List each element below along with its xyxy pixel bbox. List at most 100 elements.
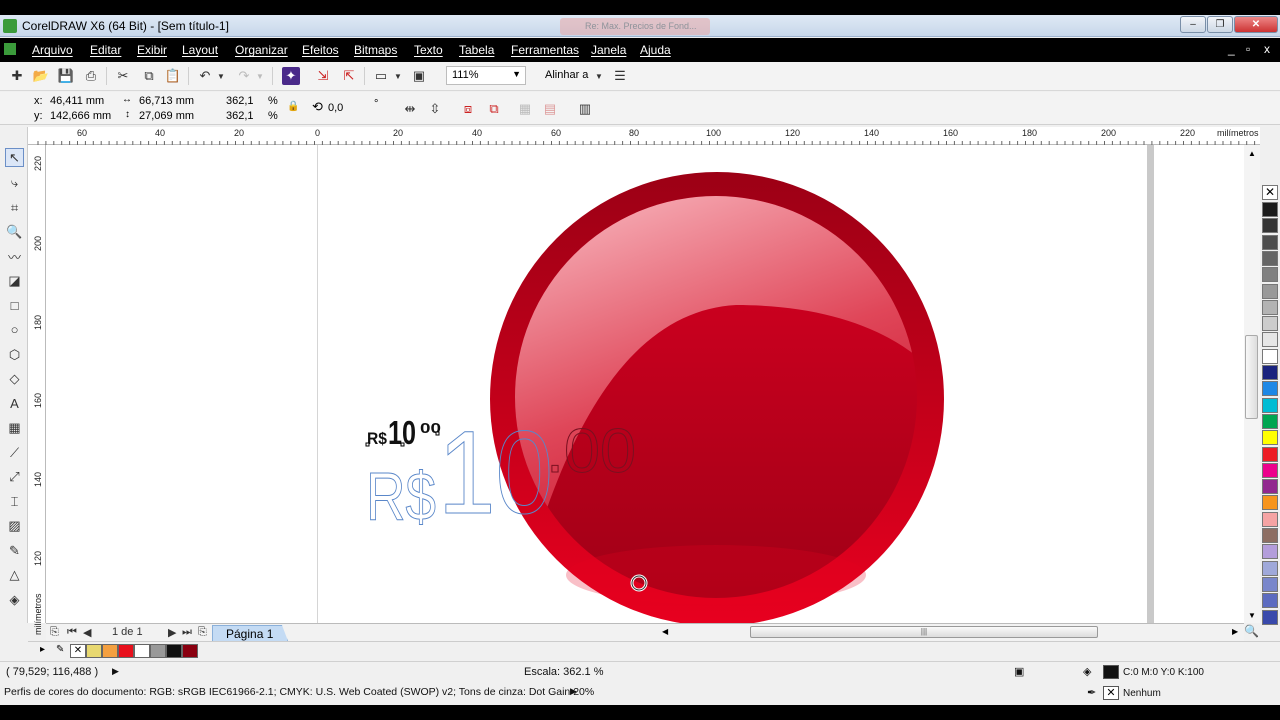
prev-page-icon[interactable]: ◀ [83, 626, 91, 639]
palette-swatch[interactable] [1262, 250, 1278, 266]
doc-palette-swatch[interactable] [166, 644, 182, 658]
mirror-horizontal-icon[interactable]: ⇹ [401, 100, 419, 118]
horizontal-scrollbar[interactable]: ◀ ||| ▶ [660, 623, 1244, 641]
palette-swatch[interactable] [1262, 283, 1278, 299]
scale-y-field[interactable]: 362,1 [226, 110, 254, 122]
ellipse-tool-icon[interactable]: ○ [5, 320, 24, 339]
restore-button[interactable]: ❐ [1207, 16, 1233, 33]
scroll-left-icon[interactable]: ◀ [662, 627, 668, 636]
doc-palette-swatch[interactable] [102, 644, 118, 658]
doc-no-color-swatch[interactable]: ✕ [70, 644, 86, 658]
doc-close-button[interactable]: x [1264, 42, 1270, 56]
print-icon[interactable]: ⎙ [82, 67, 100, 85]
scroll-right-icon[interactable]: ▶ [1232, 627, 1238, 636]
doc-restore-button[interactable]: ▫ [1246, 42, 1250, 56]
menu-exibir[interactable]: Exibir [137, 43, 167, 57]
outline-price-main[interactable]: 10 [438, 407, 554, 540]
background-window-tab[interactable]: Re: Max. Precios de Fond... [560, 18, 710, 35]
paste-icon[interactable]: 📋 [164, 67, 182, 85]
scale-x-field[interactable]: 362,1 [226, 95, 254, 107]
options-icon[interactable]: ☰ [611, 67, 629, 85]
document-icon[interactable] [4, 43, 16, 55]
palette-swatch[interactable] [1262, 332, 1278, 348]
menu-editar[interactable]: Editar [90, 43, 121, 57]
palette-swatch[interactable] [1262, 234, 1278, 250]
color-manage-icon[interactable]: ▣ [1014, 665, 1024, 678]
eyedropper-tool-icon[interactable]: ✎ [5, 541, 24, 560]
text-tool-icon[interactable]: A [5, 394, 24, 413]
palette-swatch[interactable] [1262, 560, 1278, 576]
combine-icon[interactable]: ▦ [516, 100, 534, 118]
crop-tool-icon[interactable]: ⌗ [5, 198, 24, 217]
eyedropper-icon[interactable]: ✎ [56, 644, 64, 655]
palette-swatch[interactable] [1262, 430, 1278, 446]
menu-bitmaps[interactable]: Bitmaps [354, 43, 397, 57]
cut-icon[interactable]: ✂ [114, 67, 132, 85]
menu-ferramentas[interactable]: Ferramentas [511, 43, 579, 57]
transparency-tool-icon[interactable]: ▨ [5, 516, 24, 535]
palette-swatch[interactable] [1262, 511, 1278, 527]
first-page-icon[interactable]: ⏮ [67, 626, 77, 639]
redo-dropdown-icon[interactable]: ▼ [255, 67, 265, 85]
mirror-vertical-icon[interactable]: ⇳ [426, 100, 444, 118]
outline-price-cents[interactable]: .00 [546, 417, 637, 487]
doc-palette-swatch[interactable] [182, 644, 198, 658]
color-profiles-menu-icon[interactable]: ▶ [570, 686, 577, 697]
doc-palette-swatch[interactable] [86, 644, 102, 658]
search-content-icon[interactable]: ✦ [282, 67, 300, 85]
scroll-down-icon[interactable]: ▼ [1248, 611, 1256, 620]
basic-shapes-tool-icon[interactable]: ◇ [5, 369, 24, 388]
connector-tool-icon[interactable]: ⤢ [5, 467, 24, 486]
polygon-tool-icon[interactable]: ⬡ [5, 345, 24, 364]
order-icon[interactable]: ▥ [576, 100, 594, 118]
vertical-scroll-thumb[interactable] [1245, 335, 1258, 419]
vertical-scrollbar[interactable]: ▲ ▼ [1244, 145, 1260, 623]
navigator-zoom-icon[interactable]: 🔍 [1244, 624, 1259, 638]
outline-tool-icon[interactable]: △ [5, 565, 24, 584]
blend-tool-icon[interactable]: ⌶ [5, 492, 24, 511]
width-field[interactable]: 66,713 mm [139, 95, 194, 107]
next-page-icon[interactable]: ▶ [168, 626, 176, 639]
smart-fill-tool-icon[interactable]: ◪ [5, 271, 24, 290]
undo-icon[interactable]: ↶ [196, 67, 214, 85]
zoom-tool-icon[interactable]: 🔍 [5, 222, 24, 241]
zoom-level-select[interactable]: 111% ▼ [446, 66, 526, 85]
menu-organizar[interactable]: Organizar [235, 43, 288, 57]
palette-swatch[interactable] [1262, 267, 1278, 283]
menu-tabela[interactable]: Tabela [459, 43, 494, 57]
palette-swatch[interactable] [1262, 413, 1278, 429]
ungroup-icon[interactable]: ⧉ [485, 100, 503, 118]
palette-menu-icon[interactable]: ▸ [40, 644, 45, 655]
dimension-tool-icon[interactable]: ⟋ [5, 443, 24, 462]
price-currency[interactable]: R$ [367, 429, 387, 448]
break-apart-icon[interactable]: ▤ [541, 100, 559, 118]
scroll-up-icon[interactable]: ▲ [1248, 149, 1256, 158]
import-icon[interactable]: ⇲ [314, 67, 332, 85]
height-field[interactable]: 27,069 mm [139, 110, 194, 122]
palette-swatch[interactable] [1262, 609, 1278, 625]
palette-swatch[interactable] [1262, 544, 1278, 560]
horizontal-scroll-thumb[interactable]: ||| [750, 626, 1098, 638]
palette-swatch[interactable] [1262, 576, 1278, 592]
align-to-label[interactable]: Alinhar a [545, 69, 588, 81]
palette-swatch[interactable] [1262, 462, 1278, 478]
drawing-canvas[interactable]: R$ 10 .00 R$ 10 00 [46, 145, 1244, 623]
coords-menu-icon[interactable]: ▶ [112, 666, 119, 677]
pick-tool-icon[interactable]: ↖ [5, 148, 24, 167]
palette-swatch[interactable] [1262, 316, 1278, 332]
outline-price-currency[interactable]: R$ [366, 459, 437, 536]
palette-swatch[interactable] [1262, 299, 1278, 315]
doc-palette-swatch[interactable] [134, 644, 150, 658]
palette-swatch[interactable] [1262, 381, 1278, 397]
menu-arquivo[interactable]: Arquivo [32, 43, 73, 57]
palette-swatch[interactable] [1262, 397, 1278, 413]
new-icon[interactable]: ✚ [8, 67, 26, 85]
palette-swatch[interactable] [1262, 365, 1278, 380]
horizontal-ruler[interactable]: 60 40 20 0 20 40 60 80 100 120 140 160 1… [28, 127, 1260, 145]
menu-ajuda[interactable]: Ajuda [640, 43, 671, 57]
align-dropdown-icon[interactable]: ▼ [594, 67, 604, 85]
rectangle-tool-icon[interactable]: □ [5, 296, 24, 315]
doc-palette-swatch[interactable] [118, 644, 134, 658]
palette-swatch[interactable] [1262, 348, 1278, 364]
palette-swatch[interactable] [1262, 446, 1278, 462]
